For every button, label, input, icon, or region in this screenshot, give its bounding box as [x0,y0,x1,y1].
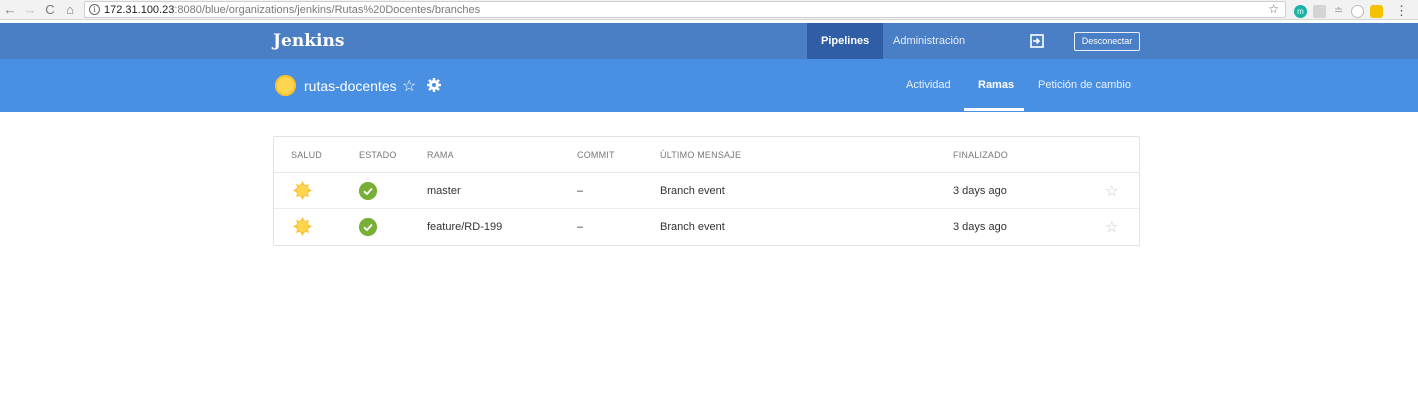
success-check-icon [359,182,377,200]
extension-m-icon[interactable]: m [1294,4,1307,18]
back-arrow-icon[interactable]: ← [0,0,20,20]
jenkins-logo[interactable]: Jenkins [273,31,344,51]
extension-circle-icon[interactable] [1351,4,1364,18]
tab-branches[interactable]: Ramas [978,59,1014,112]
favorite-star-icon[interactable]: ☆ [402,76,416,96]
branch-name[interactable]: master [427,185,461,197]
sunny-weather-icon [293,181,312,200]
nav-pipelines[interactable]: Pipelines [807,23,884,59]
favorite-star-icon[interactable]: ☆ [1105,182,1118,200]
column-message: ÚLTIMO MENSAJE [660,150,742,160]
tab-pull-requests[interactable]: Petición de cambio [1038,59,1131,112]
favorite-star-icon[interactable]: ☆ [1105,218,1118,236]
browser-menu-icon[interactable]: ⋮ [1395,3,1408,19]
forward-arrow-icon[interactable]: → [20,0,40,20]
logout-icon[interactable] [1029,33,1045,49]
table-row[interactable]: feature/RD-199 – Branch event 3 days ago… [274,209,1139,245]
branch-name[interactable]: feature/RD-199 [427,221,502,233]
extension-pen-icon[interactable] [1370,4,1383,18]
commit-id: – [577,185,584,197]
pipeline-header: rutas-docentes ☆ Actividad Ramas Petició… [0,59,1418,112]
url-host: 172.31.100.23 [104,3,175,16]
active-tab-indicator [964,108,1024,111]
finished-time: 3 days ago [953,221,1007,233]
home-icon[interactable]: ⌂ [60,0,80,20]
url-path: :8080/blue/organizations/jenkins/Rutas%2… [174,3,481,16]
table-header: SALUD ESTADO RAMA COMMIT ÚLTIMO MENSAJE … [274,137,1139,173]
branches-table: SALUD ESTADO RAMA COMMIT ÚLTIMO MENSAJE … [273,136,1140,246]
nav-administration[interactable]: Administración [879,23,979,59]
column-status: ESTADO [359,150,397,160]
top-navigation-bar: Jenkins Pipelines Administración Descone… [0,23,1418,59]
column-commit: COMMIT [577,150,615,160]
last-message: Branch event [660,221,725,233]
column-health: SALUD [291,150,323,160]
gear-icon[interactable] [426,77,442,93]
sunny-weather-icon [293,217,312,236]
column-branch: RAMA [427,150,454,160]
table-row[interactable]: master – Branch event 3 days ago ☆ [274,173,1139,209]
extension-k-icon[interactable] [1313,4,1326,18]
info-icon[interactable]: i [89,4,100,15]
finished-time: 3 days ago [953,185,1007,197]
logout-button[interactable]: Desconectar [1074,32,1140,51]
address-bar[interactable]: i 172.31.100.23:8080/blue/organizations/… [84,1,1286,18]
bookmark-star-icon[interactable]: ☆ [1268,2,1279,16]
reload-icon[interactable]: C [40,0,60,20]
extension-equals-icon[interactable]: ≐ [1332,5,1345,18]
tab-activity[interactable]: Actividad [906,59,951,112]
sunny-weather-icon [275,75,296,96]
browser-toolbar: ← → C ⌂ i 172.31.100.23:8080/blue/organi… [0,0,1418,20]
commit-id: – [577,221,584,233]
extensions-area: m ≐ ⋮ [1294,3,1408,19]
pipeline-name[interactable]: rutas-docentes [304,78,397,94]
column-finished: FINALIZADO [953,150,1009,160]
success-check-icon [359,218,377,236]
last-message: Branch event [660,185,725,197]
